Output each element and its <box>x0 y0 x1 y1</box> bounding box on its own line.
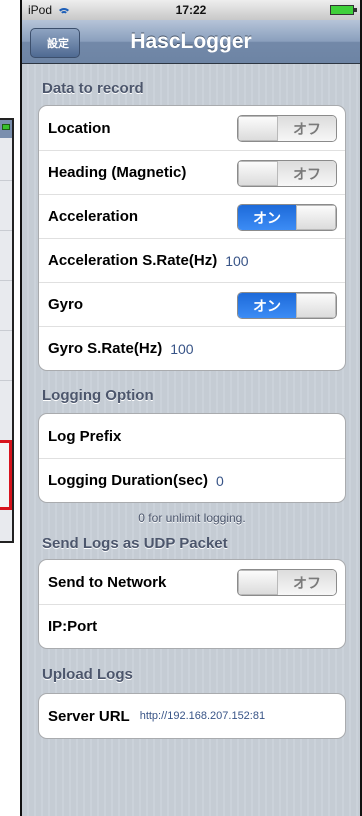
gyro-toggle[interactable]: オン <box>237 292 337 319</box>
back-button-label: 設定 <box>47 38 69 50</box>
location-toggle[interactable]: オフ <box>237 115 337 142</box>
toggle-knob <box>296 293 336 318</box>
ip-port-label: IP:Port <box>48 618 98 635</box>
row-acceleration-rate[interactable]: Acceleration S.Rate(Hz) 100 <box>39 238 345 282</box>
row-server-url[interactable]: Server URL http://192.168.207.152:81 <box>39 694 345 738</box>
red-highlight-box <box>0 440 12 510</box>
background-screen-fragment <box>0 118 14 543</box>
toggle-state: オフ <box>278 161 336 186</box>
acceleration-label: Acceleration <box>48 208 139 225</box>
heading-toggle[interactable]: オフ <box>237 160 337 187</box>
acceleration-rate-value: 100 <box>225 252 249 269</box>
section-header-upload-logs: Upload Logs <box>42 665 133 683</box>
toggle-state: オフ <box>278 570 336 595</box>
acceleration-toggle[interactable]: オン <box>237 204 337 231</box>
status-bar: iPod 17:22 <box>22 0 360 20</box>
status-time: 17:22 <box>175 3 207 17</box>
data-to-record-group: Location オフ Heading (Magnetic) オフ Accele… <box>38 105 346 371</box>
row-heading: Heading (Magnetic) オフ <box>39 150 345 194</box>
acceleration-rate-label: Acceleration S.Rate(Hz) <box>48 252 218 269</box>
toggle-knob <box>238 570 278 595</box>
gyro-rate-label: Gyro S.Rate(Hz) <box>48 340 163 357</box>
gyro-label: Gyro <box>48 296 84 313</box>
row-logging-duration[interactable]: Logging Duration(sec) 0 <box>39 458 345 502</box>
logging-option-group: Log Prefix Logging Duration(sec) 0 <box>38 413 346 503</box>
server-url-value: http://192.168.207.152:81 <box>139 710 266 722</box>
toggle-knob <box>296 205 336 230</box>
row-ip-port[interactable]: IP:Port <box>39 604 345 648</box>
send-logs-group: Send to Network オフ IP:Port <box>38 559 346 649</box>
logging-footer-note: 0 for unlimit logging. <box>138 511 246 525</box>
section-header-logging-option: Logging Option <box>42 386 154 404</box>
back-button[interactable]: 設定 <box>30 28 80 58</box>
row-gyro: Gyro オン <box>39 282 345 326</box>
row-log-prefix[interactable]: Log Prefix <box>39 414 345 458</box>
row-send-network: Send to Network オフ <box>39 560 345 604</box>
settings-content: Data to record Location オフ Heading (Magn… <box>22 64 360 739</box>
toggle-knob <box>238 116 278 141</box>
section-header-data-to-record: Data to record <box>42 80 144 97</box>
navigation-bar: 設定 HascLogger <box>22 20 360 64</box>
upload-logs-group: Server URL http://192.168.207.152:81 <box>38 693 346 739</box>
logging-duration-label: Logging Duration(sec) <box>48 472 208 489</box>
log-prefix-label: Log Prefix <box>48 427 122 445</box>
row-acceleration: Acceleration オン <box>39 194 345 238</box>
heading-label: Heading (Magnetic) <box>48 164 187 181</box>
send-network-label: Send to Network <box>48 573 167 591</box>
send-network-toggle[interactable]: オフ <box>237 569 337 596</box>
toggle-state: オン <box>238 293 296 318</box>
logging-duration-value: 0 <box>216 472 224 489</box>
toggle-knob <box>238 161 278 186</box>
battery-icon <box>330 5 357 15</box>
row-location: Location オフ <box>39 106 345 150</box>
toggle-state: オン <box>238 205 296 230</box>
section-header-send-logs: Send Logs as UDP Packet <box>42 534 228 552</box>
phone-screen: iPod 17:22 設定 HascLogger Data to record … <box>20 0 362 816</box>
location-label: Location <box>48 119 111 137</box>
server-url-label: Server URL <box>48 707 130 725</box>
page-title: HascLogger <box>130 29 252 53</box>
battery-icon <box>2 124 10 130</box>
toggle-state: オフ <box>278 116 336 141</box>
row-gyro-rate[interactable]: Gyro S.Rate(Hz) 100 <box>39 326 345 370</box>
gyro-rate-value: 100 <box>170 340 194 357</box>
